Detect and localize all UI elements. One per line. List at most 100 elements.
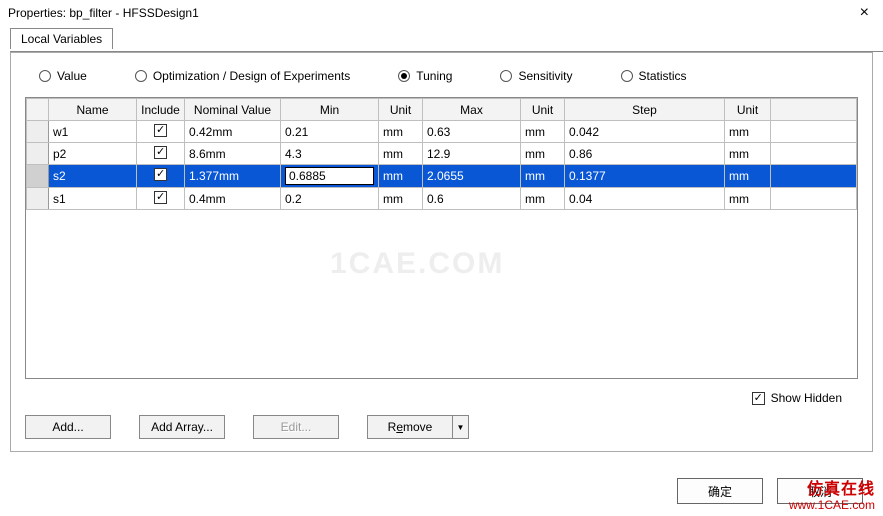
grid-header-row: Name Include Nominal Value Min Unit Max … [27, 99, 857, 121]
tab-local-variables[interactable]: Local Variables [10, 28, 113, 49]
cell-end[interactable] [771, 121, 857, 143]
grid-button-row: Add... Add Array... Edit... Remove ▼ [25, 415, 469, 439]
show-hidden-label: Show Hidden [771, 391, 842, 405]
cell-max[interactable]: 2.0655 [423, 165, 521, 188]
cell-unit[interactable]: mm [379, 121, 423, 143]
radio-icon [500, 70, 512, 82]
cell-min[interactable]: 0.6885 [281, 165, 379, 188]
tab-underline [10, 51, 883, 52]
cell-nominal[interactable]: 1.377mm [185, 165, 281, 188]
add-array-button[interactable]: Add Array... [139, 415, 225, 439]
cell-end[interactable] [771, 188, 857, 210]
radio-icon [135, 70, 147, 82]
radio-icon [621, 70, 633, 82]
radio-label: Value [57, 69, 87, 83]
show-hidden-checkbox[interactable]: Show Hidden [752, 391, 842, 405]
cell-nominal[interactable]: 0.42mm [185, 121, 281, 143]
radio-value[interactable]: Value [39, 69, 87, 83]
cell-max[interactable]: 12.9 [423, 143, 521, 165]
checkbox-icon [154, 124, 167, 137]
cell-min[interactable]: 0.2 [281, 188, 379, 210]
dialog-button-row: 确定 取消 [677, 478, 863, 504]
cell-name[interactable]: s2 [49, 165, 137, 188]
cell-unit[interactable]: mm [521, 121, 565, 143]
table-row[interactable]: p28.6mm4.3mm12.9mm0.86mm [27, 143, 857, 165]
cell-step[interactable]: 0.042 [565, 121, 725, 143]
cell-end[interactable] [771, 143, 857, 165]
cell-nominal[interactable]: 0.4mm [185, 188, 281, 210]
cell-unit[interactable]: mm [725, 143, 771, 165]
col-end [771, 99, 857, 121]
cell-max[interactable]: 0.63 [423, 121, 521, 143]
remove-ul: e [396, 420, 403, 434]
radio-label: Optimization / Design of Experiments [153, 69, 350, 83]
cell-name[interactable]: s1 [49, 188, 137, 210]
row-stub[interactable] [27, 188, 49, 210]
col-min[interactable]: Min [281, 99, 379, 121]
cell-unit[interactable]: mm [521, 188, 565, 210]
remove-dropdown-arrow[interactable]: ▼ [453, 415, 469, 439]
cell-max[interactable]: 0.6 [423, 188, 521, 210]
cell-name[interactable]: p2 [49, 143, 137, 165]
cell-nominal[interactable]: 8.6mm [185, 143, 281, 165]
close-button[interactable]: × [854, 4, 875, 22]
col-unit2[interactable]: Unit [521, 99, 565, 121]
cell-include[interactable] [137, 188, 185, 210]
cell-editor[interactable]: 0.6885 [285, 167, 374, 185]
table-row[interactable]: s21.377mm0.6885mm2.0655mm0.1377mm [27, 165, 857, 188]
tab-strip: Local Variables [10, 28, 883, 52]
col-include[interactable]: Include [137, 99, 185, 121]
col-unit1[interactable]: Unit [379, 99, 423, 121]
cell-unit[interactable]: mm [379, 165, 423, 188]
checkbox-icon [752, 392, 765, 405]
cell-include[interactable] [137, 143, 185, 165]
radio-sensitivity[interactable]: Sensitivity [500, 69, 572, 83]
edit-button: Edit... [253, 415, 339, 439]
cell-step[interactable]: 0.04 [565, 188, 725, 210]
row-stub[interactable] [27, 143, 49, 165]
row-stub[interactable] [27, 165, 49, 188]
cell-unit[interactable]: mm [725, 165, 771, 188]
cell-end[interactable] [771, 165, 857, 188]
checkbox-icon [154, 191, 167, 204]
col-name[interactable]: Name [49, 99, 137, 121]
cell-step[interactable]: 0.86 [565, 143, 725, 165]
cell-unit[interactable]: mm [379, 143, 423, 165]
radio-icon [39, 70, 51, 82]
cell-unit[interactable]: mm [725, 188, 771, 210]
radio-statistics[interactable]: Statistics [621, 69, 687, 83]
cell-min[interactable]: 4.3 [281, 143, 379, 165]
radio-tuning[interactable]: Tuning [398, 69, 452, 83]
remove-button-group[interactable]: Remove ▼ [367, 415, 469, 439]
row-stub[interactable] [27, 121, 49, 143]
ok-button[interactable]: 确定 [677, 478, 763, 504]
col-step[interactable]: Step [565, 99, 725, 121]
cell-unit[interactable]: mm [379, 188, 423, 210]
cell-unit[interactable]: mm [725, 121, 771, 143]
cell-step[interactable]: 0.1377 [565, 165, 725, 188]
col-stub [27, 99, 49, 121]
checkbox-icon [154, 168, 167, 181]
cancel-button[interactable]: 取消 [777, 478, 863, 504]
cell-unit[interactable]: mm [521, 143, 565, 165]
view-radio-group: Value Optimization / Design of Experimen… [25, 67, 858, 97]
cell-min[interactable]: 0.21 [281, 121, 379, 143]
variables-grid[interactable]: Name Include Nominal Value Min Unit Max … [25, 97, 858, 379]
col-nominal[interactable]: Nominal Value [185, 99, 281, 121]
checkbox-icon [154, 146, 167, 159]
cell-unit[interactable]: mm [521, 165, 565, 188]
remove-post: move [403, 420, 432, 434]
table-row[interactable]: w10.42mm0.21mm0.63mm0.042mm [27, 121, 857, 143]
remove-button[interactable]: Remove [367, 415, 453, 439]
radio-icon [398, 70, 410, 82]
table-row[interactable]: s10.4mm0.2mm0.6mm0.04mm [27, 188, 857, 210]
col-max[interactable]: Max [423, 99, 521, 121]
tab-content: Value Optimization / Design of Experimen… [10, 52, 873, 452]
cell-include[interactable] [137, 165, 185, 188]
add-button[interactable]: Add... [25, 415, 111, 439]
cell-include[interactable] [137, 121, 185, 143]
radio-label: Statistics [639, 69, 687, 83]
radio-optimization[interactable]: Optimization / Design of Experiments [135, 69, 350, 83]
cell-name[interactable]: w1 [49, 121, 137, 143]
col-unit3[interactable]: Unit [725, 99, 771, 121]
